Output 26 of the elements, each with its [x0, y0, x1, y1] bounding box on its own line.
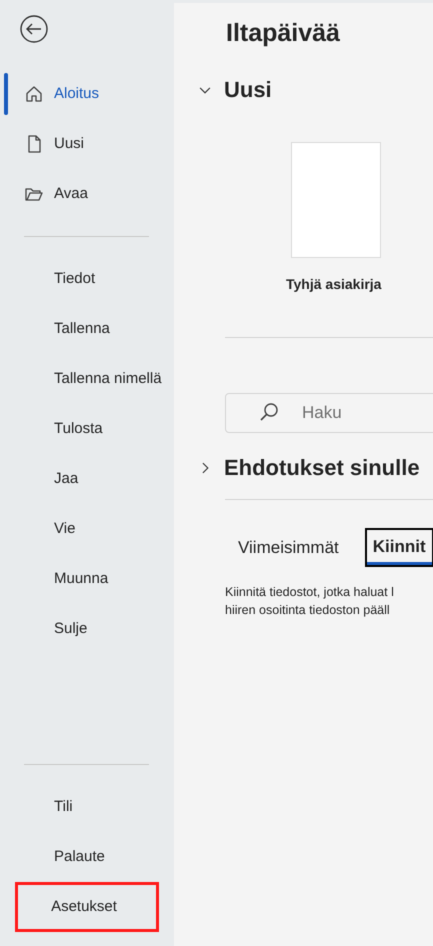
- sidebar-item[interactable]: Tiedot: [0, 254, 174, 304]
- section-heading: Uusi: [224, 76, 272, 104]
- template-label: Tyhjä asiakirja: [286, 275, 382, 294]
- sidebar-item[interactable]: Jaa: [0, 454, 174, 504]
- hint-text: Kiinnitä tiedostot, jotka haluat l hiiren osoitinta tiedoston pääll: [225, 584, 395, 618]
- greeting-heading: Iltapäivää: [226, 18, 341, 49]
- sidebar-item[interactable]: Avaa: [0, 169, 174, 219]
- back-button[interactable]: [19, 14, 49, 44]
- sidebar-item[interactable]: Tallenna nimellä: [0, 354, 174, 404]
- search-field[interactable]: Haku: [225, 393, 433, 433]
- sidebar-item[interactable]: Tili: [0, 782, 174, 832]
- home-icon: [24, 84, 44, 104]
- sidebar-item[interactable]: Palaute: [0, 832, 174, 882]
- tab[interactable]: Viimeisimmät: [232, 530, 345, 564]
- search-icon: [259, 402, 279, 422]
- sidebar-item[interactable]: Vie: [0, 504, 174, 554]
- sidebar-item[interactable]: Sulje: [0, 604, 174, 654]
- sidebar-item[interactable]: Uusi: [0, 119, 174, 169]
- section-heading: Ehdotukset sinulle: [224, 454, 420, 482]
- sidebar-item[interactable]: Tallenna: [0, 304, 174, 354]
- sidebar-item[interactable]: Asetukset: [15, 882, 159, 932]
- sidebar-item[interactable]: Tulosta: [0, 404, 174, 454]
- sidebar-item[interactable]: Muunna: [0, 554, 174, 604]
- sidebar-item[interactable]: Aloitus: [0, 69, 174, 119]
- tab[interactable]: Kiinnit: [366, 530, 432, 564]
- blank-document-thumbnail[interactable]: [291, 142, 381, 258]
